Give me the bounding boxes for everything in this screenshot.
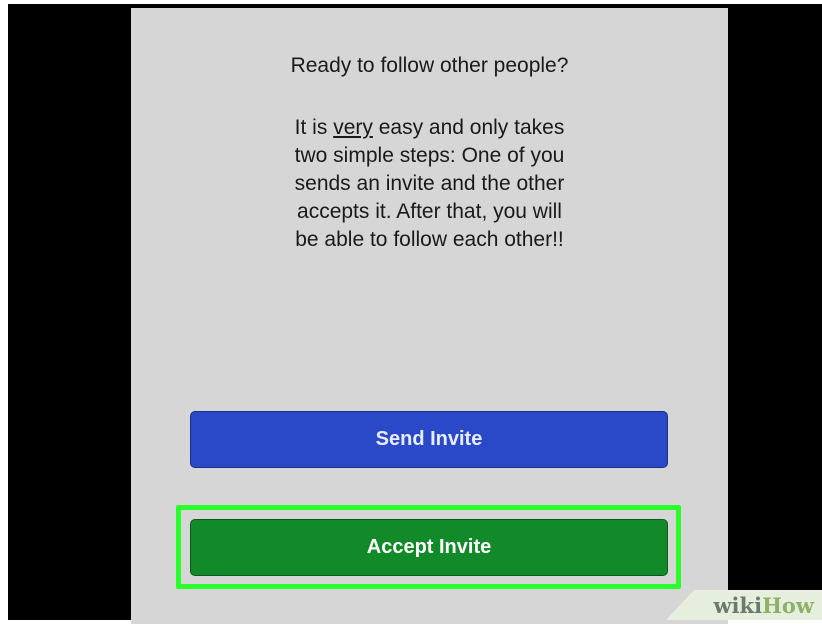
instructions-line-2: two simple steps: One of you bbox=[294, 144, 565, 167]
prompt-heading: Ready to follow other people? bbox=[290, 54, 569, 77]
emphasis-very: very bbox=[333, 116, 373, 139]
send-invite-button[interactable]: Send Invite bbox=[190, 411, 668, 468]
instructions-line-5: be able to follow each other!! bbox=[295, 228, 564, 251]
instructions-line-3: sends an invite and the other bbox=[294, 172, 565, 195]
watermark-part-2: How bbox=[762, 592, 814, 618]
accept-invite-button[interactable]: Accept Invite bbox=[190, 519, 668, 576]
instructions-line-4: accepts it. After that, you will bbox=[297, 200, 562, 223]
app-screen: Ready to follow other people? It is very… bbox=[131, 8, 728, 624]
instructions-line-1-post: easy and only takes bbox=[372, 116, 565, 139]
instructions-line-1-pre: It is bbox=[294, 116, 334, 139]
instructions-line-1: It is very easy and only takes bbox=[131, 114, 728, 142]
device-frame: Ready to follow other people? It is very… bbox=[8, 4, 822, 624]
instructions-text: It is very easy and only takes two simpl… bbox=[131, 114, 728, 254]
watermark-part-1: wiki bbox=[713, 592, 763, 618]
